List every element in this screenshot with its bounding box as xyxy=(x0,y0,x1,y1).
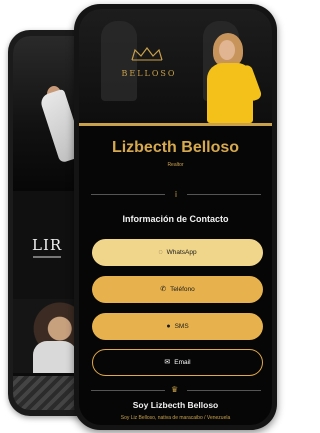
crown-logo-icon xyxy=(131,47,163,61)
section-divider-right xyxy=(187,194,261,195)
about-section-title: Soy Lizbecth Belloso xyxy=(132,400,219,410)
profile-hero-banner: BELLOSO xyxy=(79,9,272,123)
about-section-text: Soy Liz Belloso, nativa de maracaibo / V… xyxy=(120,415,231,421)
info-icon: ⅰ xyxy=(174,190,178,199)
hero-gold-divider xyxy=(79,123,272,126)
back-phone-logo: LIR xyxy=(32,236,63,254)
email-button[interactable]: ✉ Email xyxy=(92,349,263,376)
email-button-label: Email xyxy=(174,359,191,366)
whatsapp-button[interactable]: ◌ WhatsApp xyxy=(92,239,263,266)
chat-icon: ● xyxy=(166,323,171,330)
about-divider-right xyxy=(187,390,261,391)
back-phone-portrait-shirt xyxy=(33,341,77,373)
phone-call-button[interactable]: ✆ Teléfono xyxy=(92,276,263,303)
brand-logo-text: BELLOSO xyxy=(121,69,177,78)
section-divider-left xyxy=(91,194,165,195)
front-phone-mockup: BELLOSO Lizbecth Belloso Realtor ⅰ Infor… xyxy=(74,4,277,430)
envelope-icon: ✉ xyxy=(164,359,171,366)
whatsapp-button-label: WhatsApp xyxy=(166,249,197,256)
profile-photo xyxy=(203,33,263,123)
phone-button-label: Teléfono xyxy=(170,286,195,293)
sms-button[interactable]: ● SMS xyxy=(92,313,263,340)
profile-photo-face xyxy=(219,40,235,60)
sms-button-label: SMS xyxy=(174,323,189,330)
profile-role: Realtor xyxy=(167,162,184,168)
back-phone-logo-underline xyxy=(33,256,61,258)
contact-section-title: Información de Contacto xyxy=(122,214,229,224)
phone-mockup-stage: LIR BELLOSO Lizbecth Belloso Realtor ⅰ I… xyxy=(0,0,282,433)
hero-background-figure xyxy=(101,21,137,101)
front-phone-screen: BELLOSO Lizbecth Belloso Realtor ⅰ Infor… xyxy=(79,9,272,425)
about-divider-left xyxy=(91,390,165,391)
phone-icon: ✆ xyxy=(160,286,167,293)
trophy-icon: ♛ xyxy=(171,385,179,394)
whatsapp-icon: ◌ xyxy=(158,249,163,256)
profile-name: Lizbecth Belloso xyxy=(111,139,240,156)
